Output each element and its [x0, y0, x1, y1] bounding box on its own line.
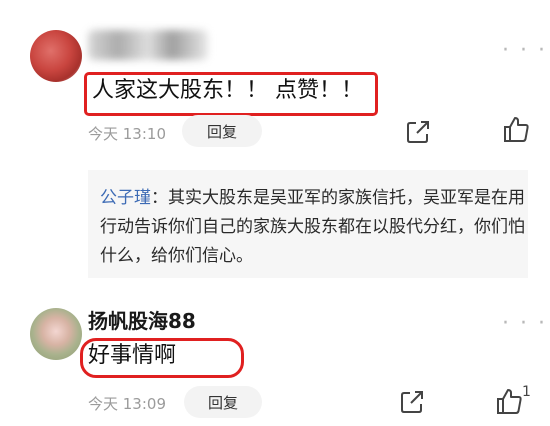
more-icon[interactable]: · · · — [502, 313, 547, 335]
reply-author-link[interactable]: 公子瑾 — [100, 188, 151, 208]
reply-button[interactable]: 回复 — [182, 115, 262, 147]
avatar[interactable] — [30, 308, 82, 360]
thumbs-up-icon[interactable] — [501, 114, 531, 144]
like-count: 1 — [522, 384, 531, 400]
share-icon[interactable] — [398, 388, 426, 416]
comment-text: 好事情啊 — [88, 343, 177, 368]
avatar[interactable] — [30, 30, 82, 82]
comment-text: 人家这大股东！！ 点赞！！ — [92, 78, 363, 103]
more-icon[interactable]: · · · — [502, 40, 547, 62]
reply-separator: ： — [151, 188, 168, 208]
username-blurred[interactable] — [88, 30, 208, 60]
reply-button[interactable]: 回复 — [184, 386, 262, 418]
comment-time: 今天 13:09 — [88, 395, 166, 413]
thread-reply: 公子瑾：其实大股东是吴亚军的家族信托，吴亚军是在用行动告诉你们自己的家族大股东都… — [100, 184, 525, 271]
comment-time: 今天 13:10 — [88, 125, 166, 143]
thumbs-up-icon[interactable] — [494, 386, 524, 416]
username[interactable]: 扬帆股海88 — [88, 305, 196, 334]
share-icon[interactable] — [404, 118, 432, 146]
